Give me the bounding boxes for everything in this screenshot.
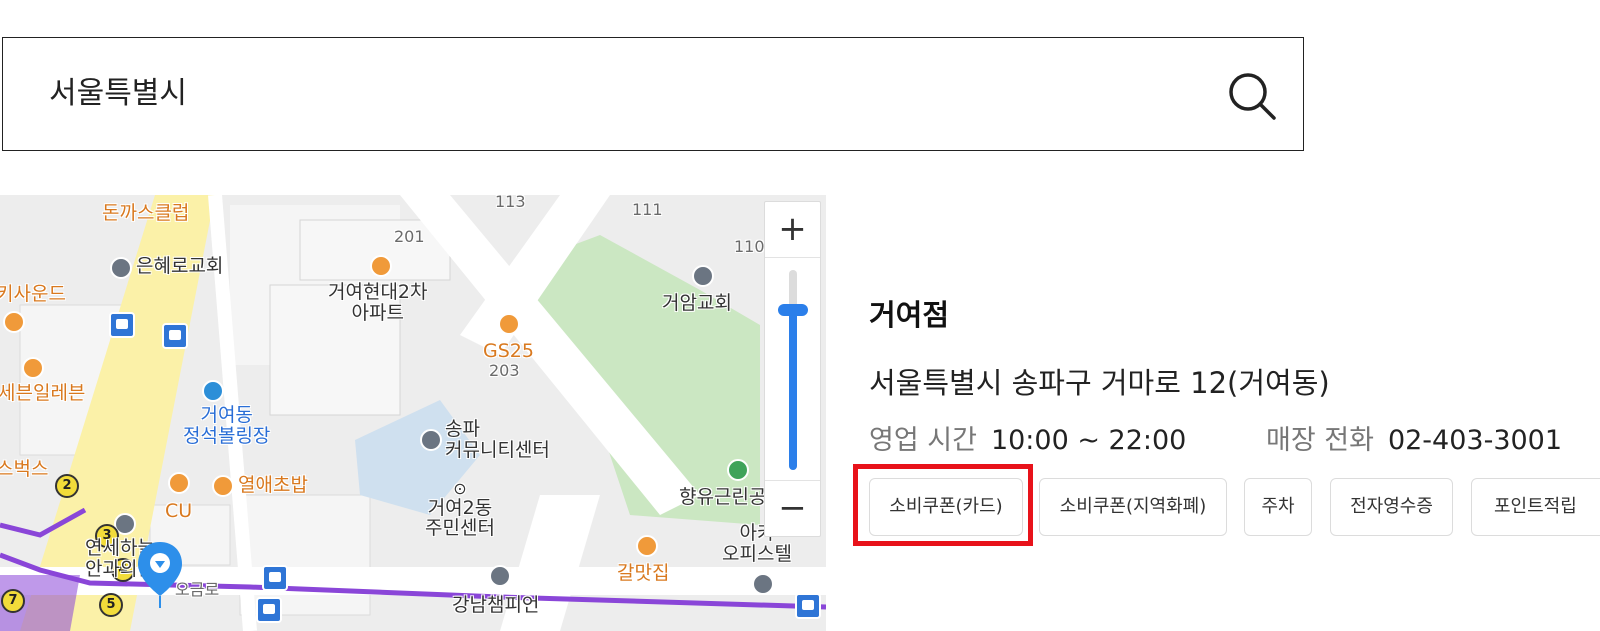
map-label-starbucks: 스벅스 xyxy=(0,458,49,480)
map-label-apartment-line2: 아파트 xyxy=(351,301,404,324)
subway-exit-7[interactable]: 7 xyxy=(1,589,25,613)
church-icon xyxy=(692,265,714,287)
map-label-bowling-line2: 정석볼링장 xyxy=(183,424,271,447)
store-map[interactable]: 2 3 4 5 7 돈까스클럽 은혜로교회 키사운드 세븐일레븐 거여동 정석볼… xyxy=(0,195,826,631)
map-label-community-line2: 커뮤니티센터 xyxy=(445,438,550,461)
hours-value: 10:00 ~ 22:00 xyxy=(990,425,1187,456)
restaurant-icon xyxy=(636,535,658,557)
map-label-galmat: 갈맛집 xyxy=(617,562,670,584)
map-label-yeolae: 열애초밥 xyxy=(238,474,308,496)
bus-stop-icon[interactable] xyxy=(262,565,288,591)
highlight-box xyxy=(853,464,1033,546)
chip-consumer-coupon-local[interactable]: 소비쿠폰(지역화폐) xyxy=(1039,478,1227,536)
bus-stop-icon[interactable] xyxy=(162,323,188,349)
map-label-church2: 거암교회 xyxy=(662,292,732,314)
map-label-community: 송파 커뮤니티센터 xyxy=(445,419,550,461)
restaurant-icon xyxy=(212,475,234,497)
search-icon[interactable] xyxy=(1227,71,1277,121)
zoom-slider-fill xyxy=(789,310,797,470)
bus-stop-icon[interactable] xyxy=(109,312,135,338)
map-label-tonkatsu: 돈까스클럽 xyxy=(102,202,190,224)
map-label-community-line1: 송파 xyxy=(445,418,480,440)
store-phone: 매장 전화 02-403-3001 xyxy=(1266,418,1562,457)
store-name: 거여점 xyxy=(869,298,950,332)
building-icon xyxy=(752,573,774,595)
chip-parking[interactable]: 주차 xyxy=(1244,478,1312,536)
map-label-gs25: GS25 xyxy=(483,340,534,362)
map-label-bowling: 거여동 정석볼링장 xyxy=(183,405,270,447)
map-label-officetel-line2: 오피스텔 xyxy=(722,542,792,565)
map-label-seven: 세븐일레븐 xyxy=(0,382,86,404)
zoom-in-button[interactable]: + xyxy=(765,202,820,258)
map-label-jumin-line1: 거여2동 xyxy=(427,496,493,519)
map-label-jumin-line2: 주민센터 xyxy=(425,517,495,540)
chip-point-earn[interactable]: 포인트적립 xyxy=(1471,478,1600,536)
store-address: 서울특별시 송파구 거마로 12(거여동) xyxy=(869,366,1330,400)
convenience-store-icon xyxy=(168,472,190,494)
zoom-control: + − xyxy=(764,201,821,537)
map-label-bldg201: 201 xyxy=(394,227,425,246)
cafe-icon xyxy=(3,311,25,333)
map-label-sound: 키사운드 xyxy=(0,283,66,305)
map-label-bldg113: 113 xyxy=(495,195,526,211)
map-label-bowling-line1: 거여동 xyxy=(200,404,253,426)
map-label-church: 은혜로교회 xyxy=(136,255,224,277)
map-label-gangnam: 강남챔피언 xyxy=(452,594,540,616)
zoom-out-button[interactable]: − xyxy=(765,480,820,536)
map-label-bldg111: 111 xyxy=(632,200,663,219)
map-label-apartment-line1: 거여현대2차 xyxy=(328,281,428,303)
bus-stop-icon[interactable] xyxy=(795,593,821,619)
search-input[interactable]: 서울특별시 xyxy=(49,38,187,152)
convenience-store-icon xyxy=(498,313,520,335)
map-label-apartment: 거여현대2차 아파트 xyxy=(328,282,428,324)
park-icon xyxy=(727,459,749,481)
chip-e-receipt[interactable]: 전자영수증 xyxy=(1330,478,1453,536)
map-label-jumin-center: ⊙ 거여2동 주민센터 xyxy=(425,479,495,540)
phone-label: 매장 전화 xyxy=(1266,425,1374,456)
bus-stop-icon[interactable] xyxy=(256,597,282,623)
search-bar[interactable]: 서울특별시 xyxy=(2,37,1304,151)
map-label-bldg203: 203 xyxy=(489,361,520,380)
zoom-slider-thumb[interactable] xyxy=(778,304,808,316)
building-icon xyxy=(420,429,442,451)
apartment-icon xyxy=(370,255,392,277)
building-icon xyxy=(489,565,511,587)
location-pin-icon[interactable] xyxy=(136,540,184,610)
map-label-hyangyu: 향유근린공 xyxy=(679,486,767,508)
map-label-cu: CU xyxy=(165,500,193,522)
church-icon xyxy=(110,257,132,279)
store-icon xyxy=(22,357,44,379)
subway-exit-5[interactable]: 5 xyxy=(99,593,123,617)
store-hours: 영업 시간 10:00 ~ 22:00 xyxy=(869,418,1186,457)
phone-value[interactable]: 02-403-3001 xyxy=(1388,425,1562,456)
map-label-bldg110: 110 xyxy=(734,237,765,256)
subway-exit-2[interactable]: 2 xyxy=(55,474,79,498)
zoom-slider[interactable] xyxy=(789,270,797,470)
info-icon xyxy=(202,380,224,402)
hours-label: 영업 시간 xyxy=(869,425,977,456)
